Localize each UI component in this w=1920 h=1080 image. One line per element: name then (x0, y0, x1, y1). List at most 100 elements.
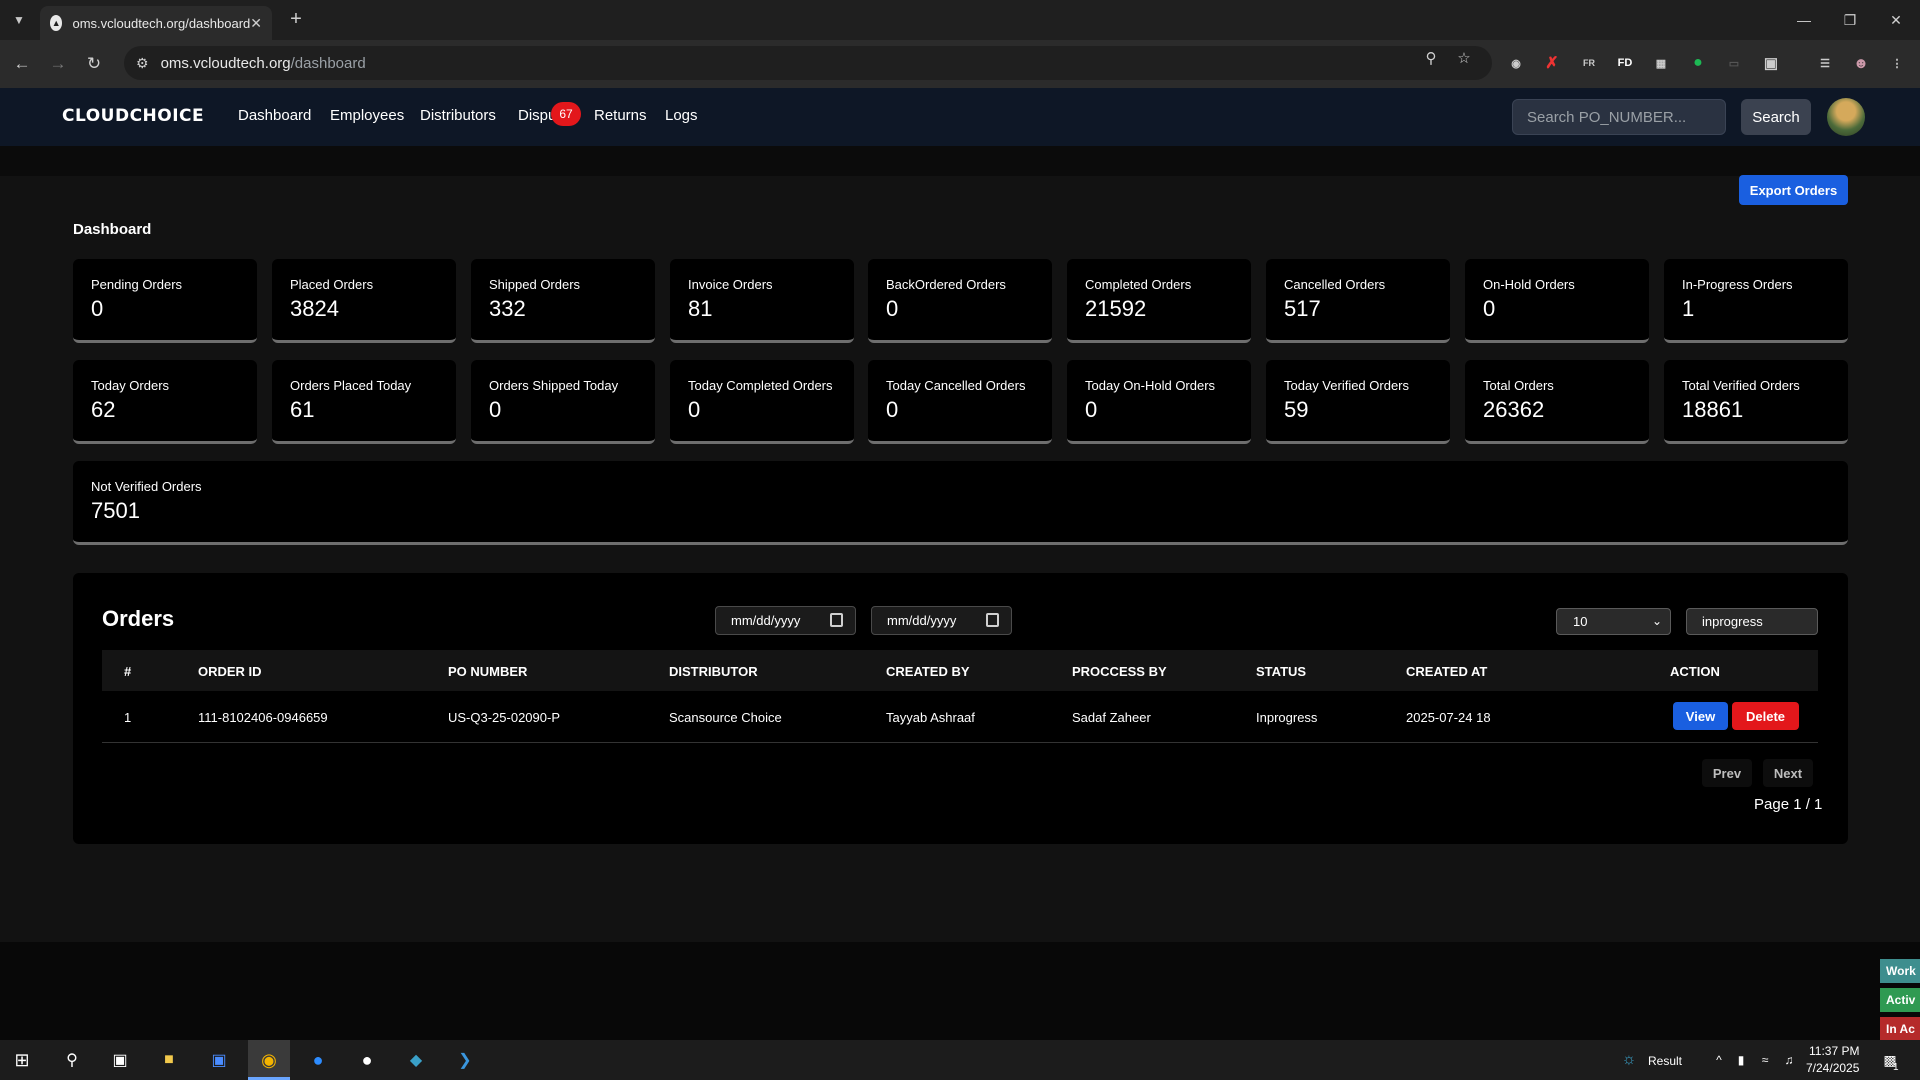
app-diamond-icon[interactable]: ◆ (404, 1048, 428, 1072)
extension-image-icon[interactable]: ▦ (1650, 52, 1672, 74)
task-view-icon[interactable]: ▣ (108, 1048, 132, 1072)
nav-employees[interactable]: Employees (330, 107, 404, 124)
extensions-puzzle-icon[interactable]: ▣ (1760, 52, 1782, 74)
restore-icon[interactable]: ❐ (1830, 6, 1870, 34)
back-icon[interactable]: ← (10, 52, 34, 76)
side-tab-inactive[interactable]: In Ac (1880, 1017, 1920, 1041)
stat-value: 0 (886, 397, 899, 422)
tray-chevron-up-icon[interactable]: ^ (1707, 1048, 1731, 1072)
site-info-icon[interactable]: ⚙ (136, 55, 149, 72)
col-po-number: PO NUMBER (448, 664, 528, 679)
forward-icon[interactable]: → (46, 52, 70, 76)
stat-value: 332 (489, 296, 526, 321)
bookmark-star-icon[interactable]: ☆ (1454, 48, 1474, 68)
nav-distributors[interactable]: Distributors (420, 107, 496, 124)
search-icon[interactable]: ⚲ (60, 1048, 84, 1072)
side-tab-work[interactable]: Work (1880, 959, 1920, 983)
zoom-icon[interactable]: ⚲ (1421, 48, 1441, 68)
minimize-icon[interactable]: — (1784, 6, 1824, 34)
tab-search-chevron-icon[interactable]: ▼ (8, 9, 30, 31)
stat-label: Completed Orders (1085, 277, 1192, 292)
volume-icon[interactable]: ♫ (1777, 1048, 1801, 1072)
side-tab-active[interactable]: Activ (1880, 988, 1920, 1012)
clock-date[interactable]: 7/24/2025 (1806, 1061, 1859, 1075)
browser-tab[interactable]: ▲ oms.vcloudtech.org/dashboard ✕ (40, 6, 272, 40)
stat-label: In-Progress Orders (1682, 277, 1793, 292)
stat-value: 0 (688, 397, 701, 422)
stat-card-pending-orders: Pending Orders 0 (73, 259, 257, 343)
weather-icon[interactable]: ☼ (1617, 1048, 1641, 1072)
stat-card-cancelled-orders: Cancelled Orders 517 (1266, 259, 1450, 343)
export-orders-button[interactable]: Export Orders (1739, 175, 1848, 205)
stat-card-shipped-orders: Shipped Orders 332 (471, 259, 655, 343)
windows-taskbar: ⊞ ⚲ ▣ ■ ▣ ◉ ● ● ◆ ❯ ☼ Result ^ ▮ ≈ ♫ 11:… (0, 1040, 1920, 1080)
extension-x-icon[interactable]: ✗ (1541, 52, 1563, 74)
extension-green-icon[interactable]: ● (1687, 52, 1709, 74)
tab-close-icon[interactable]: ✕ (250, 15, 262, 32)
col-order-id: ORDER ID (198, 664, 262, 679)
delete-order-button[interactable]: Delete (1732, 702, 1799, 730)
cell-created-by: Tayyab Ashraaf (886, 710, 975, 725)
footer-area (0, 942, 1920, 1040)
window-close-icon[interactable]: ✕ (1876, 6, 1916, 34)
stat-label: Today Completed Orders (688, 378, 833, 393)
view-order-button[interactable]: View (1673, 702, 1728, 730)
col-status: STATUS (1256, 664, 1307, 679)
stat-value: 517 (1284, 296, 1321, 321)
calendar-icon[interactable] (986, 613, 999, 627)
vscode-icon[interactable]: ❯ (453, 1048, 477, 1072)
extension-fd-icon[interactable]: FD (1614, 52, 1636, 74)
extension-gray-icon[interactable]: ▭ (1723, 52, 1745, 74)
stat-card-not-verified-orders: Not Verified Orders 7501 (73, 461, 1848, 545)
store-icon[interactable]: ▣ (207, 1048, 231, 1072)
prev-page-button[interactable]: Prev (1702, 759, 1752, 787)
stat-label: Today On-Hold Orders (1085, 378, 1216, 393)
stat-value: 62 (91, 397, 116, 422)
nav-logs[interactable]: Logs (665, 107, 698, 124)
stat-label: Total Orders (1483, 378, 1554, 393)
reload-icon[interactable]: ↻ (82, 52, 106, 76)
app-logo[interactable]: CLOUDCHOICE (62, 106, 204, 126)
extension-fr-icon[interactable]: FR (1578, 52, 1600, 74)
media-control-icon[interactable]: ☰ (1814, 52, 1836, 74)
weather-label[interactable]: Result (1648, 1054, 1682, 1068)
stat-label: Placed Orders (290, 277, 374, 292)
status-filter-input[interactable] (1686, 608, 1818, 635)
file-explorer-icon[interactable]: ■ (157, 1048, 181, 1072)
page-size-select[interactable]: 10 ⌄ (1556, 608, 1671, 635)
wifi-icon[interactable]: ≈ (1753, 1048, 1777, 1072)
windows-start-icon[interactable]: ⊞ (10, 1048, 34, 1072)
new-tab-icon[interactable]: + (285, 8, 307, 30)
battery-icon[interactable]: ▮ (1729, 1048, 1753, 1072)
stat-card-total-orders: Total Orders 26362 (1465, 360, 1649, 444)
address-bar[interactable]: ⚙ oms.vcloudtech.org/dashboard (124, 46, 1492, 80)
po-search-input[interactable] (1512, 99, 1726, 135)
zoom-app-icon[interactable]: ● (306, 1048, 330, 1072)
extension-glasses-icon[interactable]: ◉ (1505, 52, 1527, 74)
col-action: ACTION (1670, 664, 1720, 679)
col-created-by: CREATED BY (886, 664, 970, 679)
date-to-input[interactable]: mm/dd/yyyy (871, 606, 1012, 635)
page-info: Page 1 / 1 (1754, 796, 1823, 813)
date-from-input[interactable]: mm/dd/yyyy (715, 606, 856, 635)
nav-divider-bar (0, 146, 1920, 176)
cell-order-id: 111-8102406-0946659 (198, 710, 328, 725)
browser-tab-bar: ▼ ▲ oms.vcloudtech.org/dashboard ✕ + — ❐… (0, 0, 1920, 40)
col-processed-by: PROCCESS BY (1072, 664, 1167, 679)
next-page-button[interactable]: Next (1763, 759, 1813, 787)
profile-icon[interactable]: ☻ (1850, 52, 1872, 74)
stat-card-placed-orders: Placed Orders 3824 (272, 259, 456, 343)
nav-returns[interactable]: Returns (594, 107, 647, 124)
stat-label: Shipped Orders (489, 277, 581, 292)
app-leaf-icon[interactable]: ● (355, 1048, 379, 1072)
col-index: # (124, 664, 132, 679)
user-avatar[interactable] (1827, 98, 1865, 136)
chrome-icon[interactable]: ◉ (257, 1048, 281, 1072)
search-button[interactable]: Search (1741, 99, 1811, 135)
clock-time[interactable]: 11:37 PM (1809, 1044, 1859, 1058)
stat-value: 0 (1085, 397, 1098, 422)
calendar-icon[interactable] (830, 613, 843, 627)
nav-dashboard[interactable]: Dashboard (238, 107, 311, 124)
browser-menu-icon[interactable]: ⋮ (1886, 52, 1908, 74)
stat-value: 21592 (1085, 296, 1147, 321)
